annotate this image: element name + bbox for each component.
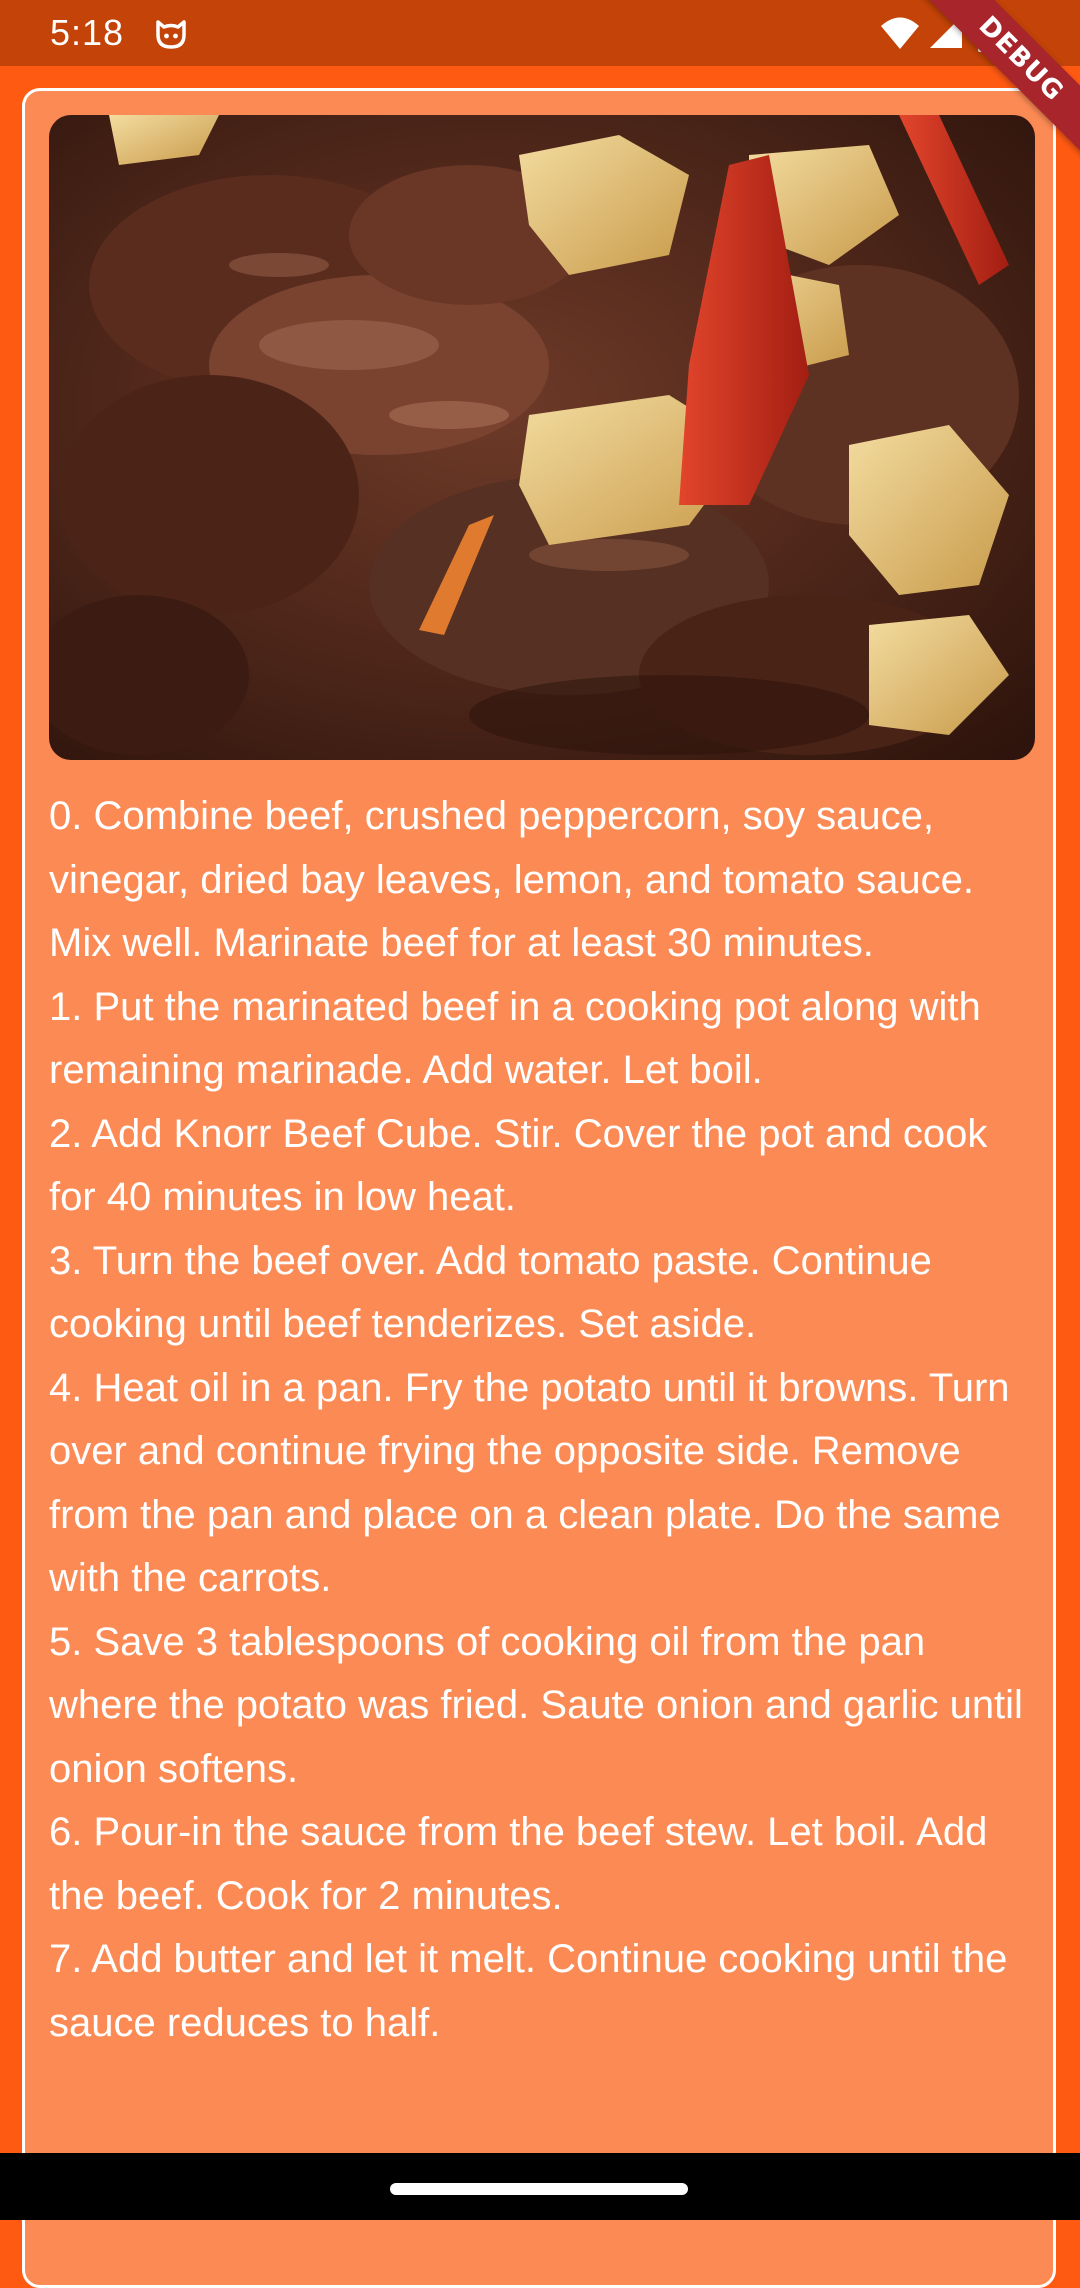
recipe-step: 5. Save 3 tablespoons of cooking oil fro… xyxy=(49,1619,1023,1791)
recipe-step: 6. Pour-in the sauce from the beef stew.… xyxy=(49,1810,988,1918)
navigation-bar xyxy=(0,2153,1080,2220)
recipe-step: 3. Turn the beef over. Add tomato paste.… xyxy=(49,1238,932,1347)
recipe-step: 1. Put the marinated beef in a cooking p… xyxy=(49,984,981,1093)
recipe-step: 4. Heat oil in a pan. Fry the potato unt… xyxy=(49,1365,1010,1601)
recipe-photo xyxy=(49,115,1035,760)
recipe-steps-list: 0. Combine beef, crushed peppercorn, soy… xyxy=(49,785,1039,2055)
wifi-icon xyxy=(880,15,920,51)
cat-face-icon xyxy=(154,16,188,50)
recipe-step: 2. Add Knorr Beef Cube. Stir. Cover the … xyxy=(49,1111,988,1220)
status-bar: 5:18 xyxy=(0,0,1080,66)
recipe-card: 0. Combine beef, crushed peppercorn, soy… xyxy=(22,88,1056,2288)
home-indicator[interactable] xyxy=(390,2183,688,2195)
recipe-step: 7. Add butter and let it melt. Continue … xyxy=(49,1937,1008,2045)
status-time: 5:18 xyxy=(50,12,125,53)
recipe-step: 0. Combine beef, crushed peppercorn, soy… xyxy=(49,794,974,965)
